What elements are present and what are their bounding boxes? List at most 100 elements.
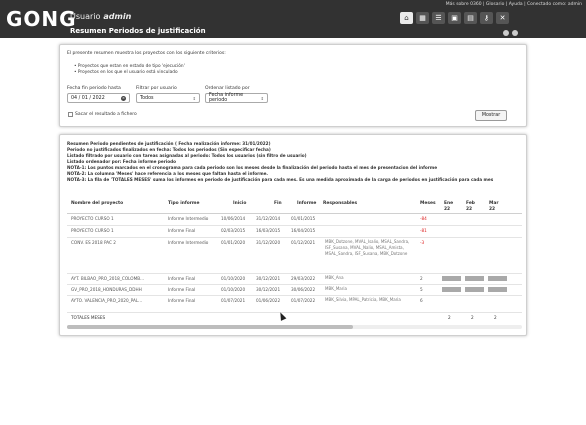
total-mar22: 2 [494,315,497,320]
header-divider [67,213,522,214]
cell-tipo: Informe Intermedio [168,240,209,245]
cell-meses: 5 [420,287,423,292]
cell-proyecto[interactable]: AYT. BILBAO_PRO_2018_COLOMB... [71,276,144,281]
folder-icon[interactable]: ▤ [464,12,477,24]
orden-label: Ordenar listado por [205,86,250,91]
col-header-tipo: Tipo informe [168,201,200,206]
cell-meses: -3 [420,240,425,245]
row-divider [67,225,522,226]
cell-responsables: MBK_Maria [325,286,347,291]
gantt-bar [488,276,507,281]
col-header-proyecto: Nombre del proyecto [71,201,124,206]
chevron-updown-icon: ⇕ [192,95,196,101]
cell-informe: 01/01/2015 [291,216,316,221]
fecha-input[interactable]: 04 / 01 / 2022 × [67,93,130,103]
home-icon[interactable]: ⌂ [400,12,413,24]
briefcase-icon[interactable]: ▣ [448,12,461,24]
results-panel: Resumen Periodo pendientes de justificac… [59,134,527,336]
gantt-bar [465,287,484,292]
user-label: Usuario [70,12,101,21]
orden-value: Fecha informe periodo [209,93,244,103]
main-nav-icons: ⌂ ▦ ☰ ▣ ▤ ⚷ ✕ [400,12,509,24]
cell-inicio: 01/01/2020 [221,240,246,245]
scrollbar-thumb[interactable] [67,325,353,329]
row-divider [67,312,522,313]
page-title: Resumen Periodos de justificación [70,27,206,35]
chevron-updown-icon: ⇕ [260,95,264,101]
calendar-icon[interactable]: ▦ [416,12,429,24]
cell-informe: 30/06/2022 [291,287,316,292]
col-header-responsables: Responsables [323,201,358,206]
user-name: admin [103,12,132,21]
criteria-text: Proyectos en los que el usuario está vin… [77,70,178,75]
cell-fin: 31/12/2020 [256,240,281,245]
criteria-text: Proyectos que estan en estado de tipo 'e… [77,64,185,69]
summary-line: NOTA-2: La columna 'Meses' hace referenc… [67,171,269,176]
cell-proyecto[interactable]: PROYECTO CURSO 1 [71,228,114,233]
cell-tipo: Informe Intermedio [168,216,209,221]
gantt-bar [465,276,484,281]
row-divider [67,273,522,274]
print-icon[interactable] [503,30,509,36]
cell-fin: 16/03/2015 [256,228,281,233]
tools-icon[interactable]: ✕ [496,12,509,24]
summary-line: Periodo no justificados finalizados en f… [67,147,271,152]
row-divider [67,237,522,238]
totals-label: TOTALES MESES [71,315,106,320]
key-icon[interactable]: ⚷ [480,12,493,24]
cell-informe: 16/04/2015 [291,228,316,233]
usuario-value: Todos [140,95,154,101]
cell-tipo: Informe Final [168,276,196,281]
cell-inicio: 01/10/2020 [221,276,246,281]
summary-line: NOTA-3: La fila de 'TOTALES MESES' suma … [67,177,494,182]
cell-proyecto[interactable]: GV_PRO_2018_HONDURAS_DDHH [71,287,142,292]
summary-line: NOTA-1: Los puntos marcados en el cronog… [67,165,438,170]
user-info: Usuario admin [70,12,131,21]
filter-panel: El presente resumen muestra los proyecto… [59,44,527,127]
usuario-label: Filtrar por usuario [136,86,177,91]
cell-proyecto[interactable]: CONV. ES 2018 PAC 2 [71,240,116,245]
gong-logo[interactable]: GONG [6,7,77,31]
summary-line: Resumen Periodo pendientes de justificac… [67,141,271,146]
cell-inicio: 01/10/2020 [221,287,246,292]
info-icon[interactable] [512,30,518,36]
cell-informe: 01/07/2022 [291,298,316,303]
cell-meses: -84 [420,216,427,221]
horizontal-scrollbar[interactable] [67,325,522,329]
top-links[interactable]: Más sobre 0360 | Glosario | Ayuda | Cone… [446,2,582,7]
gantt-bar [488,287,507,292]
usuario-select[interactable]: Todos ⇕ [136,93,200,103]
mostrar-button[interactable]: Mostrar [475,110,507,121]
summary-line: Listado filtrado por usuario con tareas … [67,153,307,158]
export-checkbox[interactable] [68,112,73,117]
cell-informe: 01/12/2021 [291,240,316,245]
cell-meses: 6 [420,298,423,303]
summary-line: Listado ordenador por: Fecha informe per… [67,159,177,164]
cell-proyecto[interactable]: PROYECTO CURSO 1 [71,216,114,221]
cell-inicio: 10/06/2014 [221,216,246,221]
cell-responsables: MBK_Silvia, MPAL_Patricia, MBK_Maria [325,297,401,302]
criteria-item: • Proyectos en los que el usuario está v… [74,70,178,75]
col-header-fin: Fin [274,201,282,206]
clear-icon[interactable]: × [121,95,126,101]
page-action-icons [503,30,518,36]
col-header-meses: Meses [420,201,436,206]
col-header-ene22: Ene 22 [444,201,454,212]
cell-responsables: MBK_Ana [325,275,344,280]
cell-tipo: Informe Final [168,287,196,292]
cell-fin: 31/12/2014 [256,216,281,221]
cell-tipo: Informe Final [168,228,196,233]
gantt-bar [442,276,461,281]
col-header-informe: Informe [297,201,317,206]
cell-responsables: MBK_Dotzone, MVAL_Isalio, MSAL_Sandra, I… [325,239,410,256]
export-label: Sacar el resultado a fichero [75,112,137,117]
export-option[interactable]: Sacar el resultado a fichero [68,112,137,117]
orden-select[interactable]: Fecha informe periodo ⇕ [205,93,268,103]
cell-meses: -81 [420,228,427,233]
cell-inicio: 01/07/2021 [221,298,246,303]
list-icon[interactable]: ☰ [432,12,445,24]
cell-informe: 29/03/2022 [291,276,316,281]
cell-proyecto[interactable]: AYTO. VALENCIA_PRO_2020_PAL... [71,298,142,303]
total-ene22: 2 [448,315,451,320]
row-divider [67,295,522,296]
